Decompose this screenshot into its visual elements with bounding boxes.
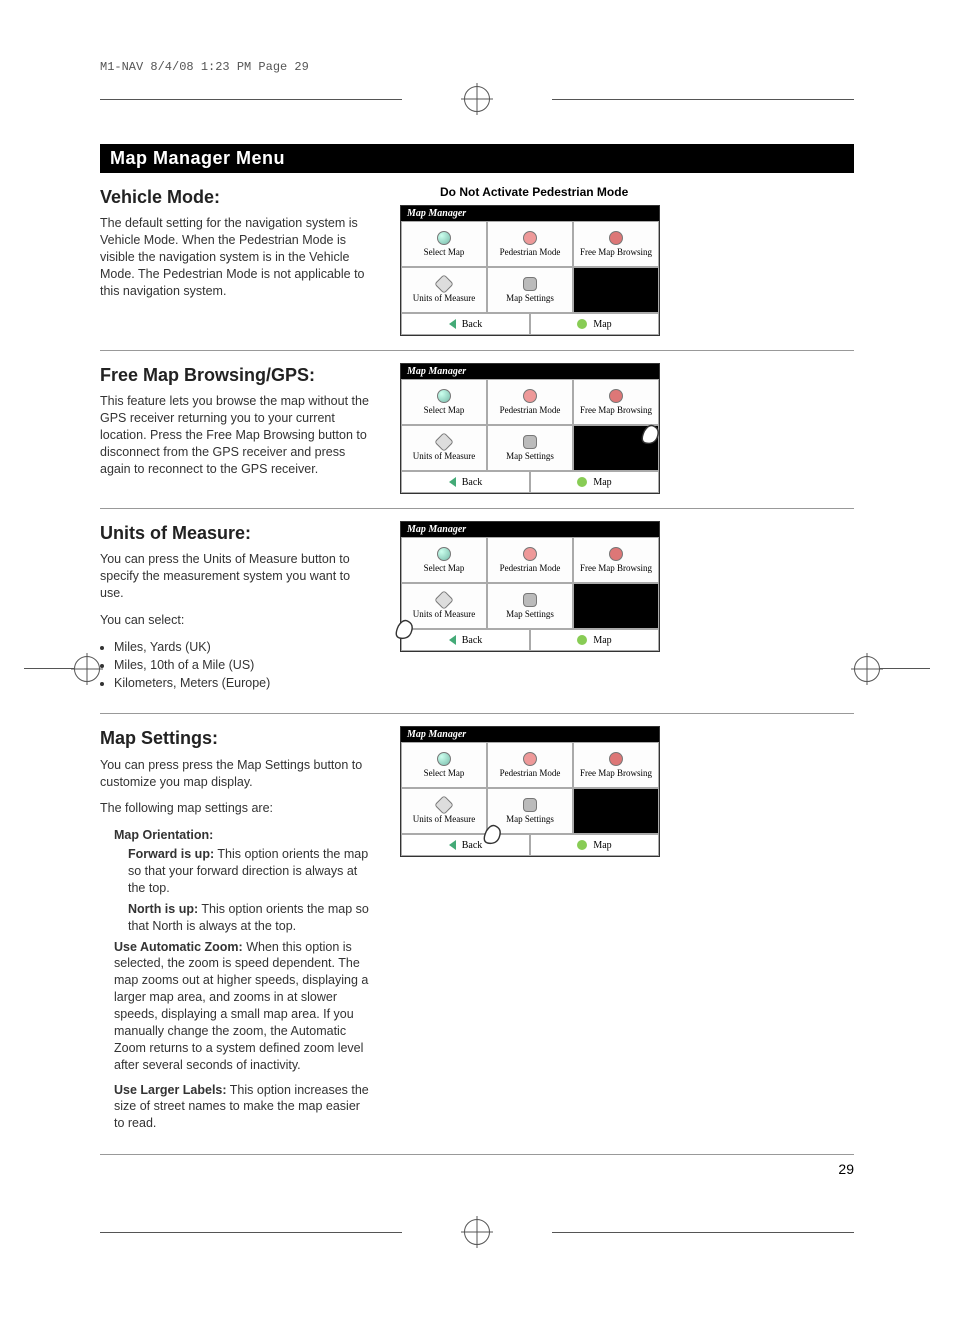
mm-free-browse[interactable]: Free Map Browsing [573, 742, 659, 788]
map-dot-icon [577, 319, 587, 329]
units-option: Miles, Yards (UK) [114, 639, 370, 656]
mm-pedestrian[interactable]: Pedestrian Mode [487, 379, 573, 425]
larger-labels-option: Use Larger Labels: This option increases… [114, 1082, 370, 1133]
mm-select-map[interactable]: Select Map [401, 537, 487, 583]
units-section: Units of Measure: You can press the Unit… [100, 509, 854, 714]
crop-target-icon [464, 1219, 490, 1245]
map-settings-intro: The following map settings are: [100, 800, 370, 817]
mm-select-map[interactable]: Select Map [401, 742, 487, 788]
pencil-icon [434, 274, 454, 294]
arrow-icon [609, 231, 623, 245]
right-cropmark [854, 656, 944, 682]
settings-icon [523, 277, 537, 291]
page-number: 29 [100, 1161, 854, 1177]
mm-select-map[interactable]: Select Map [401, 379, 487, 425]
units-select-intro: You can select: [100, 612, 370, 629]
map-settings-heading: Map Settings: [100, 726, 370, 750]
units-heading: Units of Measure: [100, 521, 370, 545]
mm-free-browse[interactable]: Free Map Browsing [573, 221, 659, 267]
units-body: You can press the Units of Measure butto… [100, 551, 370, 602]
units-option: Miles, 10th of a Mile (US) [114, 657, 370, 674]
person-icon [523, 231, 537, 245]
mm-settings[interactable]: Map Settings [487, 425, 573, 471]
mm-map-button[interactable]: Map [530, 471, 659, 493]
mm-free-browse[interactable]: Free Map Browsing [573, 537, 659, 583]
crop-target-icon [464, 86, 490, 112]
mm-map-button[interactable]: Map [530, 629, 659, 651]
mm-back-button[interactable]: Back [401, 471, 530, 493]
top-cropmark-row [100, 84, 854, 114]
units-option: Kilometers, Meters (Europe) [114, 675, 370, 692]
free-map-section: Free Map Browsing/GPS: This feature lets… [100, 351, 854, 509]
mm-units[interactable]: Units of Measure [401, 425, 487, 471]
mm-select-map[interactable]: Select Map [401, 221, 487, 267]
vehicle-mode-caption: Do Not Activate Pedestrian Mode [440, 185, 854, 199]
map-settings-section: Map Settings: You can press press the Ma… [100, 714, 854, 1154]
print-header: M1-NAV 8/4/08 1:23 PM Page 29 [100, 60, 854, 74]
mm-map-button[interactable]: Map [530, 834, 659, 856]
mm-pedestrian[interactable]: Pedestrian Mode [487, 537, 573, 583]
mm-units[interactable]: Units of Measure [401, 267, 487, 313]
bottom-cropmark-row [100, 1217, 854, 1247]
map-manager-screenshot-4: Map Manager Select Map Pedestrian Mode F… [400, 726, 660, 857]
mm-units[interactable]: Units of Measure [401, 583, 487, 629]
mm-back-button[interactable]: Back [401, 313, 530, 335]
north-is-up-option: North is up: This option orients the map… [128, 901, 370, 935]
vehicle-mode-section: Vehicle Mode: The default setting for th… [100, 173, 854, 351]
mm-title: Map Manager [401, 206, 659, 221]
mm-pedestrian[interactable]: Pedestrian Mode [487, 742, 573, 788]
mm-pedestrian[interactable]: Pedestrian Mode [487, 221, 573, 267]
map-manager-screenshot-2: Map Manager Select Map Pedestrian Mode F… [400, 363, 660, 494]
globe-icon [437, 231, 451, 245]
mm-back-button[interactable]: Back [401, 834, 530, 856]
map-manager-screenshot-3: Map Manager Select Map Pedestrian Mode F… [400, 521, 660, 652]
forward-is-up-option: Forward is up: This option orients the m… [128, 846, 370, 897]
mm-settings[interactable]: Map Settings [487, 267, 573, 313]
map-settings-body: You can press press the Map Settings but… [100, 757, 370, 791]
section-title-bar: Map Manager Menu [100, 144, 854, 173]
mm-back-button[interactable]: Back [401, 629, 530, 651]
free-map-body: This feature lets you browse the map wit… [100, 393, 370, 477]
units-options-list: Miles, Yards (UK) Miles, 10th of a Mile … [114, 639, 370, 692]
automatic-zoom-option: Use Automatic Zoom: When this option is … [114, 939, 370, 1074]
mm-settings[interactable]: Map Settings [487, 583, 573, 629]
mm-empty [573, 267, 659, 313]
mm-free-browse[interactable]: Free Map Browsing [573, 379, 659, 425]
vehicle-mode-heading: Vehicle Mode: [100, 185, 370, 209]
free-map-heading: Free Map Browsing/GPS: [100, 363, 370, 387]
left-cropmark [10, 656, 100, 682]
map-manager-screenshot-1: Map Manager Select Map Pedestrian Mode F… [400, 205, 660, 336]
map-orientation-title: Map Orientation: [114, 827, 370, 844]
mm-units[interactable]: Units of Measure [401, 788, 487, 834]
mm-settings[interactable]: Map Settings [487, 788, 573, 834]
back-triangle-icon [449, 319, 456, 329]
vehicle-mode-body: The default setting for the navigation s… [100, 215, 370, 299]
mm-map-button[interactable]: Map [530, 313, 659, 335]
